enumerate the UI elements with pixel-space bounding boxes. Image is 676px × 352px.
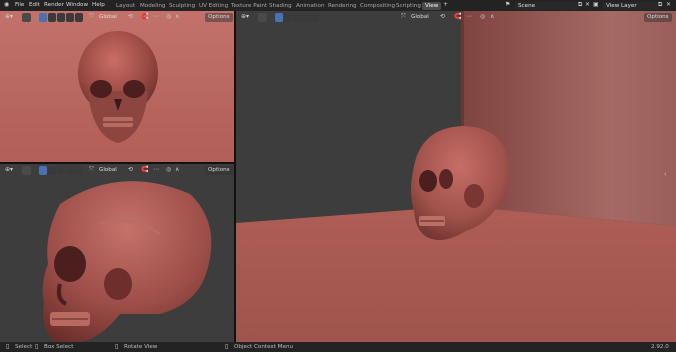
options-dropdown[interactable]: Options bbox=[205, 13, 233, 22]
add-workspace-icon[interactable]: + bbox=[443, 1, 448, 9]
snap-target-icon[interactable]: ⋯ bbox=[466, 13, 472, 21]
select-mode-intersect-icon[interactable] bbox=[311, 13, 319, 22]
view-layer-icon[interactable]: ▣ bbox=[593, 1, 599, 9]
falloff-icon[interactable]: ∧ bbox=[175, 13, 179, 21]
view-layer-field[interactable]: View Layer bbox=[602, 2, 660, 10]
proportional-edit-icon[interactable]: ◎ bbox=[166, 166, 171, 174]
top-bar: ◉ File Edit Render Window Help Layout Mo… bbox=[0, 0, 676, 11]
orientation-icon: ⤧ bbox=[401, 13, 406, 20]
snap-icon[interactable]: 🧲 bbox=[141, 13, 148, 21]
snap-icon[interactable]: 🧲 bbox=[454, 13, 461, 21]
side-scene-canvas[interactable] bbox=[0, 164, 234, 342]
tab-shading[interactable]: Shading bbox=[269, 2, 292, 10]
options-dropdown[interactable]: Options bbox=[644, 13, 672, 22]
select-mode-new-icon[interactable] bbox=[275, 13, 283, 22]
snap-target-icon[interactable]: ⋯ bbox=[153, 166, 159, 174]
select-mode-subtract-icon[interactable] bbox=[293, 13, 301, 22]
mouse-right-icon: ▯ bbox=[225, 343, 229, 350]
select-mode-invert-icon[interactable] bbox=[66, 13, 74, 22]
select-mode-extend-icon[interactable] bbox=[284, 13, 292, 22]
orientation-icon: ⤧ bbox=[89, 166, 94, 173]
menu-file[interactable]: File bbox=[15, 1, 24, 9]
pivot-icon[interactable]: ⟲ bbox=[440, 13, 445, 21]
status-rotate-view: Rotate View bbox=[124, 344, 158, 350]
status-select: Select bbox=[15, 344, 33, 350]
tab-uv-editing[interactable]: UV Editing bbox=[199, 2, 228, 10]
tab-layout[interactable]: Layout bbox=[116, 2, 135, 10]
blender-logo-icon[interactable]: ◉ bbox=[4, 1, 9, 9]
viewport-front-header: ⊕▾ ⤧ Global ⟲ 🧲 ⋯ ◎ ∧ Options bbox=[0, 11, 234, 23]
tab-animation[interactable]: Animation bbox=[296, 2, 325, 10]
menu-window[interactable]: Window bbox=[66, 1, 88, 9]
snap-target-icon[interactable]: ⋯ bbox=[153, 13, 159, 21]
orientation-icon: ⤧ bbox=[89, 13, 94, 20]
select-mode-invert-icon[interactable] bbox=[66, 166, 74, 175]
version-label: 2.92.0 bbox=[651, 344, 669, 350]
sidebar-toggle-icon[interactable]: ‹ bbox=[664, 171, 666, 179]
editor-type-icon[interactable]: ⊕▾ bbox=[5, 166, 13, 174]
select-tool-icon[interactable] bbox=[22, 166, 31, 175]
view-layer-copy-icon[interactable]: ⧉ bbox=[658, 1, 662, 9]
viewport-front[interactable]: ⊕▾ ⤧ Global ⟲ 🧲 ⋯ ◎ ∧ Options bbox=[0, 11, 234, 162]
options-dropdown[interactable]: Options bbox=[205, 166, 233, 175]
mouse-middle-icon: ▯ bbox=[115, 343, 119, 350]
scene-field[interactable]: Scene bbox=[514, 2, 580, 10]
menu-edit[interactable]: Edit bbox=[29, 1, 40, 9]
select-mode-subtract-icon[interactable] bbox=[57, 13, 65, 22]
scene-icon[interactable]: ⚑ bbox=[505, 1, 510, 9]
snap-icon[interactable]: 🧲 bbox=[141, 166, 148, 174]
status-box-select: Box Select bbox=[44, 344, 74, 350]
perspective-scene-canvas[interactable] bbox=[236, 11, 676, 342]
view-layer-close-icon[interactable]: ✕ bbox=[666, 1, 671, 9]
select-tool-icon[interactable] bbox=[22, 13, 31, 22]
menu-help[interactable]: Help bbox=[92, 1, 105, 9]
pivot-icon[interactable]: ⟲ bbox=[128, 166, 133, 174]
tab-modeling[interactable]: Modeling bbox=[140, 2, 165, 10]
select-mode-new-icon[interactable] bbox=[39, 166, 47, 175]
orientation-dropdown[interactable]: Global bbox=[411, 13, 429, 21]
select-mode-intersect-icon[interactable] bbox=[75, 13, 83, 22]
tab-compositing[interactable]: Compositing bbox=[360, 2, 395, 10]
proportional-edit-icon[interactable]: ◎ bbox=[480, 13, 485, 21]
viewport-side-header: ⊕▾ ⤧ Global ⟲ 🧲 ⋯ ◎ ∧ Options bbox=[0, 164, 234, 176]
select-mode-intersect-icon[interactable] bbox=[75, 166, 83, 175]
mouse-drag-icon: ▯ bbox=[35, 343, 39, 350]
editor-type-icon[interactable]: ⊕▾ bbox=[241, 13, 249, 21]
pivot-icon[interactable]: ⟲ bbox=[128, 13, 133, 21]
select-mode-invert-icon[interactable] bbox=[302, 13, 310, 22]
scene-copy-icon[interactable]: ⧉ bbox=[578, 1, 582, 9]
viewport-side[interactable]: ⊕▾ ⤧ Global ⟲ 🧲 ⋯ ◎ ∧ Options bbox=[0, 164, 234, 342]
editor-type-icon[interactable]: ⊕▾ bbox=[5, 13, 13, 21]
tab-sculpting[interactable]: Sculpting bbox=[169, 2, 195, 10]
select-mode-subtract-icon[interactable] bbox=[57, 166, 65, 175]
select-mode-extend-icon[interactable] bbox=[48, 13, 56, 22]
tab-rendering[interactable]: Rendering bbox=[328, 2, 357, 10]
tab-scripting[interactable]: Scripting bbox=[396, 2, 421, 10]
scene-close-icon[interactable]: ✕ bbox=[585, 1, 590, 9]
tab-texture-paint[interactable]: Texture Paint bbox=[231, 2, 267, 10]
select-tool-icon[interactable] bbox=[258, 13, 267, 22]
proportional-edit-icon[interactable]: ◎ bbox=[166, 13, 171, 21]
select-mode-extend-icon[interactable] bbox=[48, 166, 56, 175]
status-context-menu: Object Context Menu bbox=[234, 344, 294, 350]
falloff-icon[interactable]: ∧ bbox=[490, 13, 494, 21]
front-scene-canvas[interactable] bbox=[0, 11, 234, 162]
mouse-left-icon: ▯ bbox=[6, 343, 10, 350]
status-bar: ▯ Select ▯ Box Select ▯ Rotate View ▯ Ob… bbox=[0, 342, 676, 352]
viewport-perspective-header: ⊕▾ ⤧ Global ⟲ 🧲 ⋯ ◎ ∧ Options bbox=[236, 11, 676, 23]
menu-render[interactable]: Render bbox=[44, 1, 64, 9]
select-mode-new-icon[interactable] bbox=[39, 13, 47, 22]
tab-view[interactable]: View bbox=[422, 2, 442, 10]
viewport-perspective[interactable]: ⊕▾ ⤧ Global ⟲ 🧲 ⋯ ◎ ∧ Options ‹ bbox=[236, 11, 676, 342]
orientation-dropdown[interactable]: Global bbox=[99, 166, 117, 174]
falloff-icon[interactable]: ∧ bbox=[175, 166, 179, 174]
orientation-dropdown[interactable]: Global bbox=[99, 13, 117, 21]
